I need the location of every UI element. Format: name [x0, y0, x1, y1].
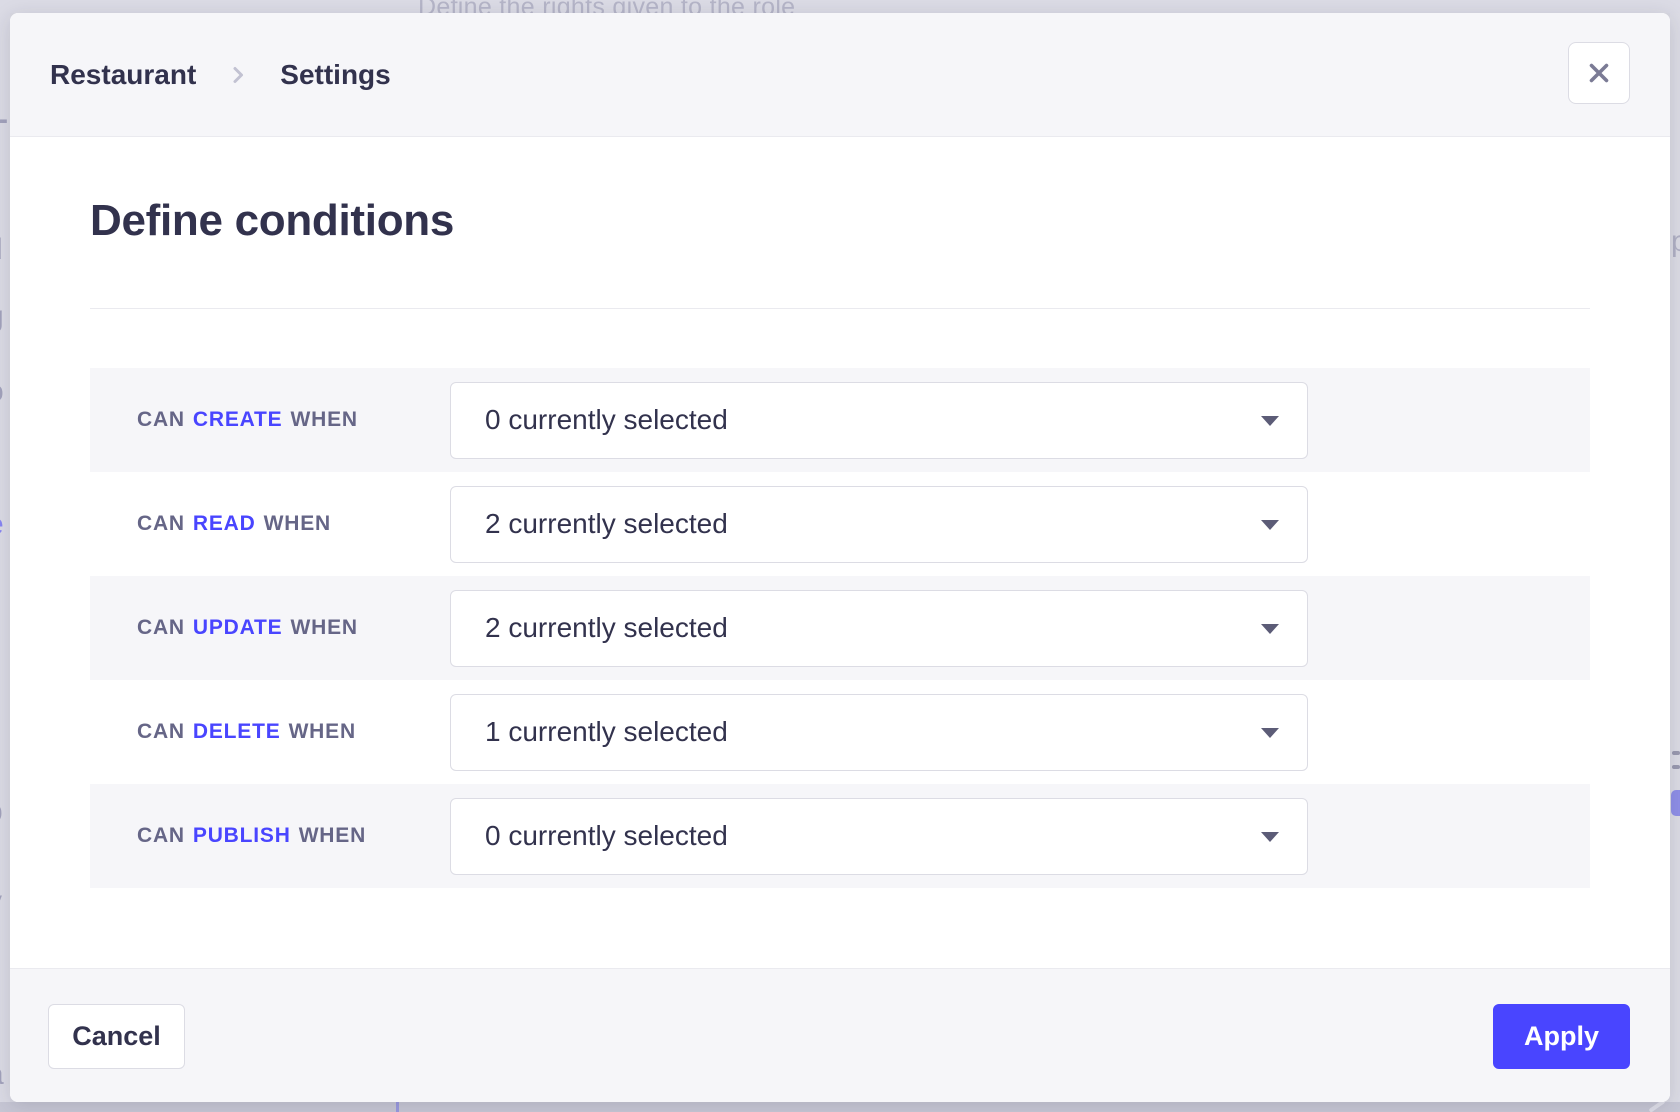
chevron-down-icon	[1261, 624, 1279, 634]
background-text-fragment: o	[0, 375, 4, 409]
chevron-down-icon	[1261, 520, 1279, 530]
background-text-fragment: -	[0, 103, 8, 137]
chevron-right-icon	[226, 63, 250, 87]
label-suffix: WHEN	[264, 512, 331, 536]
page-background: Define the rights given to the role - r …	[0, 0, 1680, 1112]
background-text-fragment: p	[0, 795, 3, 829]
label-prefix: CAN	[137, 408, 185, 432]
conditions-select-delete[interactable]: 1 currently selected	[450, 694, 1308, 771]
permission-row-update: CAN UPDATE WHEN 2 currently selected	[90, 576, 1590, 680]
conditions-select-create[interactable]: 0 currently selected	[450, 382, 1308, 459]
label-action: DELETE	[193, 720, 281, 744]
background-text-fragment: d	[0, 233, 3, 267]
label-prefix: CAN	[137, 824, 185, 848]
breadcrumb-item-settings: Settings	[280, 59, 390, 91]
breadcrumb-item-restaurant: Restaurant	[50, 59, 196, 91]
background-page-title: Define the rights given to the role	[418, 0, 795, 13]
modal-header: Restaurant Settings	[10, 13, 1670, 137]
conditions-select-publish[interactable]: 0 currently selected	[450, 798, 1308, 875]
chevron-down-icon	[1261, 832, 1279, 842]
select-value: 1 currently selected	[485, 716, 728, 748]
label-prefix: CAN	[137, 720, 185, 744]
dimmed-background-left: - r d g o r e ti p v a	[0, 13, 10, 1102]
permission-row-label: CAN DELETE WHEN	[90, 720, 450, 744]
page-title: Define conditions	[90, 196, 454, 246]
permission-row-create: CAN CREATE WHEN 0 currently selected	[90, 368, 1590, 472]
background-text-fragment: p	[1671, 225, 1680, 259]
close-icon	[1585, 59, 1613, 87]
permission-row-publish: CAN PUBLISH WHEN 0 currently selected	[90, 784, 1590, 888]
select-value: 0 currently selected	[485, 820, 728, 852]
permission-row-delete: CAN DELETE WHEN 1 currently selected	[90, 680, 1590, 784]
label-prefix: CAN	[137, 616, 185, 640]
select-value: 0 currently selected	[485, 404, 728, 436]
dimmed-background-right: p	[1670, 13, 1680, 1102]
dimmed-background-top: Define the rights given to the role	[0, 0, 1680, 13]
background-check-fragment	[1648, 1102, 1665, 1112]
background-line-fragment	[1672, 765, 1680, 769]
select-value: 2 currently selected	[485, 612, 728, 644]
permission-row-label: CAN READ WHEN	[90, 512, 450, 536]
permission-row-label: CAN UPDATE WHEN	[90, 616, 450, 640]
divider	[90, 308, 1590, 309]
permission-row-read: CAN READ WHEN 2 currently selected	[90, 472, 1590, 576]
settings-modal: Restaurant Settings Define conditions	[10, 13, 1670, 1102]
background-text-fragment: g	[0, 300, 4, 334]
conditions-select-update[interactable]: 2 currently selected	[450, 590, 1308, 667]
label-action: PUBLISH	[193, 824, 291, 848]
label-suffix: WHEN	[291, 616, 358, 640]
background-text-fragment: a	[0, 1058, 4, 1092]
background-line-fragment	[1672, 751, 1680, 755]
permission-row-label: CAN CREATE WHEN	[90, 408, 450, 432]
label-action: CREATE	[193, 408, 283, 432]
background-text-fragment: v	[0, 885, 2, 919]
background-text-fragment: e	[0, 508, 4, 542]
conditions-select-read[interactable]: 2 currently selected	[450, 486, 1308, 563]
chevron-down-icon	[1261, 728, 1279, 738]
label-prefix: CAN	[137, 512, 185, 536]
dimmed-background-bottom	[0, 1102, 1680, 1112]
label-suffix: WHEN	[289, 720, 356, 744]
apply-button[interactable]: Apply	[1493, 1004, 1630, 1069]
label-suffix: WHEN	[299, 824, 366, 848]
permission-row-label: CAN PUBLISH WHEN	[90, 824, 450, 848]
cancel-button[interactable]: Cancel	[48, 1004, 185, 1069]
conditions-table: CAN CREATE WHEN 0 currently selected CAN…	[90, 368, 1590, 888]
label-action: READ	[193, 512, 256, 536]
modal-footer: Cancel Apply	[10, 968, 1670, 1102]
select-value: 2 currently selected	[485, 508, 728, 540]
close-button[interactable]	[1568, 42, 1630, 104]
chevron-down-icon	[1261, 416, 1279, 426]
background-button-fragment	[1671, 790, 1680, 816]
background-line-fragment	[396, 1102, 399, 1112]
modal-body: Define conditions CAN CREATE WHEN 0 curr…	[10, 138, 1670, 968]
label-action: UPDATE	[193, 616, 283, 640]
breadcrumb: Restaurant Settings	[50, 59, 391, 91]
label-suffix: WHEN	[291, 408, 358, 432]
